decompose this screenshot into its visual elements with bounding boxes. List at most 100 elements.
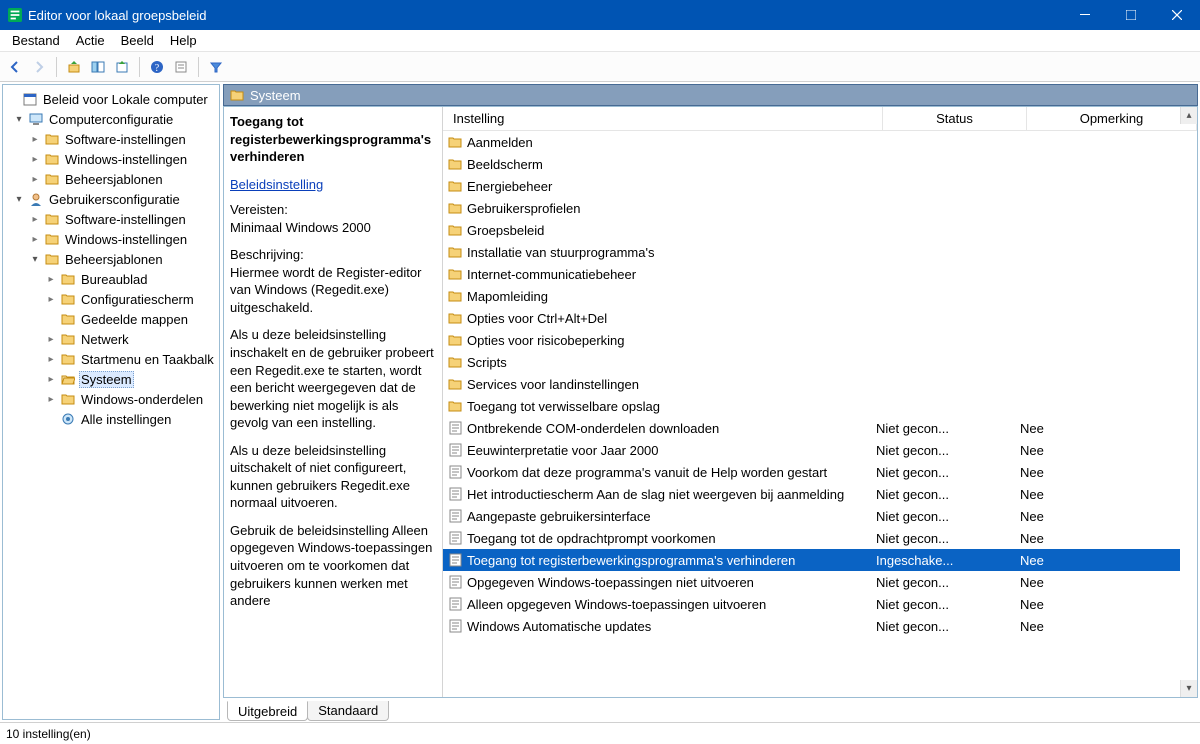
help-button[interactable]: ? [146,56,168,78]
minimize-button[interactable] [1062,0,1108,30]
list-item[interactable]: Groepsbeleid [443,219,1180,241]
list-item[interactable]: Toegang tot de opdrachtprompt voorkomen … [443,527,1180,549]
list-item[interactable]: Alleen opgegeven Windows-toepassingen ui… [443,593,1180,615]
expand-icon[interactable] [45,274,57,285]
list-item[interactable]: Internet-communicatiebeheer [443,263,1180,285]
up-button[interactable] [63,56,85,78]
filter-button[interactable] [205,56,227,78]
expand-icon[interactable] [29,214,41,225]
tree-node-admin-templates[interactable]: Beheersjablonen [7,249,217,269]
tree-node[interactable]: Software-instellingen [7,209,217,229]
scroll-down-icon[interactable]: ▾ [1180,680,1197,697]
column-header-status[interactable]: Status [883,107,1027,130]
tree-node[interactable]: Gedeelde mappen [7,309,217,329]
tree-node-computer-config[interactable]: Computerconfiguratie [7,109,217,129]
close-button[interactable] [1154,0,1200,30]
toolbar-divider [56,57,57,77]
tree-node[interactable]: Beheersjablonen [7,169,217,189]
status-text: 10 instelling(en) [6,727,91,741]
list-item[interactable]: Energiebeheer [443,175,1180,197]
policy-icon [447,597,463,611]
column-header-setting[interactable]: Instelling [443,107,883,130]
list-item[interactable]: Beeldscherm [443,153,1180,175]
list-item[interactable]: Het introductiescherm Aan de slag niet w… [443,483,1180,505]
list-item-label: Gebruikersprofielen [467,201,866,216]
tree-node-all-settings[interactable]: Alle instellingen [7,409,217,429]
expand-icon[interactable] [29,234,41,245]
list-item-label: Opties voor risicobeperking [467,333,866,348]
expand-icon[interactable] [45,294,57,305]
menu-actie[interactable]: Actie [68,31,113,50]
menu-beeld[interactable]: Beeld [113,31,162,50]
tree-node[interactable]: Startmenu en Taakbalk [7,349,217,369]
folder-icon [44,151,60,167]
column-header-comment[interactable]: Opmerking [1027,107,1197,130]
folder-icon [447,334,463,346]
list-item[interactable]: Toegang tot verwisselbare opslag [443,395,1180,417]
forward-button[interactable] [28,56,50,78]
tree-node[interactable]: Windows-instellingen [7,149,217,169]
export-button[interactable] [111,56,133,78]
list-item[interactable]: Installatie van stuurprogramma's [443,241,1180,263]
list-item[interactable]: Opgegeven Windows-toepassingen niet uitv… [443,571,1180,593]
tree-node[interactable]: Windows-onderdelen [7,389,217,409]
tree-node[interactable]: Software-instellingen [7,129,217,149]
tab-extended[interactable]: Uitgebreid [227,701,308,721]
view-tabs: Uitgebreid Standaard [223,698,1198,720]
navigation-tree[interactable]: Beleid voor Lokale computer Computerconf… [2,84,220,720]
expand-icon[interactable] [29,134,41,145]
list-item-label: Mapomleiding [467,289,866,304]
expand-icon[interactable] [13,114,25,125]
scroll-up-icon[interactable]: ▴ [1180,107,1197,124]
list-item-label: Aanmelden [467,135,866,150]
tree-node[interactable]: Windows-instellingen [7,229,217,249]
tree-node[interactable]: Netwerk [7,329,217,349]
show-hide-tree-button[interactable] [87,56,109,78]
list-item-status: Niet gecon... [866,509,1010,524]
list-item-comment: Nee [1010,443,1180,458]
list-item[interactable]: Aanmelden [443,131,1180,153]
list-item[interactable]: Gebruikersprofielen [443,197,1180,219]
list-item[interactable]: Opties voor Ctrl+Alt+Del [443,307,1180,329]
scrollbar[interactable]: ▴ ▾ [1180,107,1197,697]
list-item-comment: Nee [1010,553,1180,568]
expand-icon[interactable] [29,154,41,165]
list-item[interactable]: Opties voor risicobeperking [443,329,1180,351]
tree-node-systeem[interactable]: Systeem [7,369,217,389]
menu-bar: Bestand Actie Beeld Help [0,30,1200,52]
expand-icon[interactable] [45,374,57,385]
folder-icon [60,331,76,347]
list-item[interactable]: Eeuwinterpretatie voor Jaar 2000 Niet ge… [443,439,1180,461]
list-item[interactable]: Mapomleiding [443,285,1180,307]
expand-icon[interactable] [45,354,57,365]
policy-icon [447,575,463,589]
settings-icon [60,411,76,427]
list-item[interactable]: Aangepaste gebruikersinterface Niet geco… [443,505,1180,527]
list-item[interactable]: Windows Automatische updates Niet gecon.… [443,615,1180,637]
list-item[interactable]: Scripts [443,351,1180,373]
folder-icon [447,246,463,258]
list-item-comment: Nee [1010,531,1180,546]
list-item[interactable]: Services voor landinstellingen [443,373,1180,395]
menu-help[interactable]: Help [162,31,205,50]
expand-icon[interactable] [45,334,57,345]
policy-setting-link[interactable]: Beleidsinstelling [230,177,323,192]
expand-icon[interactable] [45,394,57,405]
properties-button[interactable] [170,56,192,78]
list-item-comment: Nee [1010,487,1180,502]
expand-icon[interactable] [29,174,41,185]
list-item[interactable]: Ontbrekende COM-onderdelen downloaden Ni… [443,417,1180,439]
tree-node[interactable]: Bureaublad [7,269,217,289]
expand-icon[interactable] [29,254,41,265]
tree-node-user-config[interactable]: Gebruikersconfiguratie [7,189,217,209]
list-item[interactable]: Voorkom dat deze programma's vanuit de H… [443,461,1180,483]
back-button[interactable] [4,56,26,78]
tab-standard[interactable]: Standaard [307,701,389,721]
menu-bestand[interactable]: Bestand [4,31,68,50]
expand-icon[interactable] [13,194,25,205]
list-item[interactable]: Toegang tot registerbewerkingsprogramma'… [443,549,1180,571]
list-item-comment: Nee [1010,597,1180,612]
tree-node[interactable]: Configuratiescherm [7,289,217,309]
maximize-button[interactable] [1108,0,1154,30]
tree-root[interactable]: Beleid voor Lokale computer [7,89,217,109]
